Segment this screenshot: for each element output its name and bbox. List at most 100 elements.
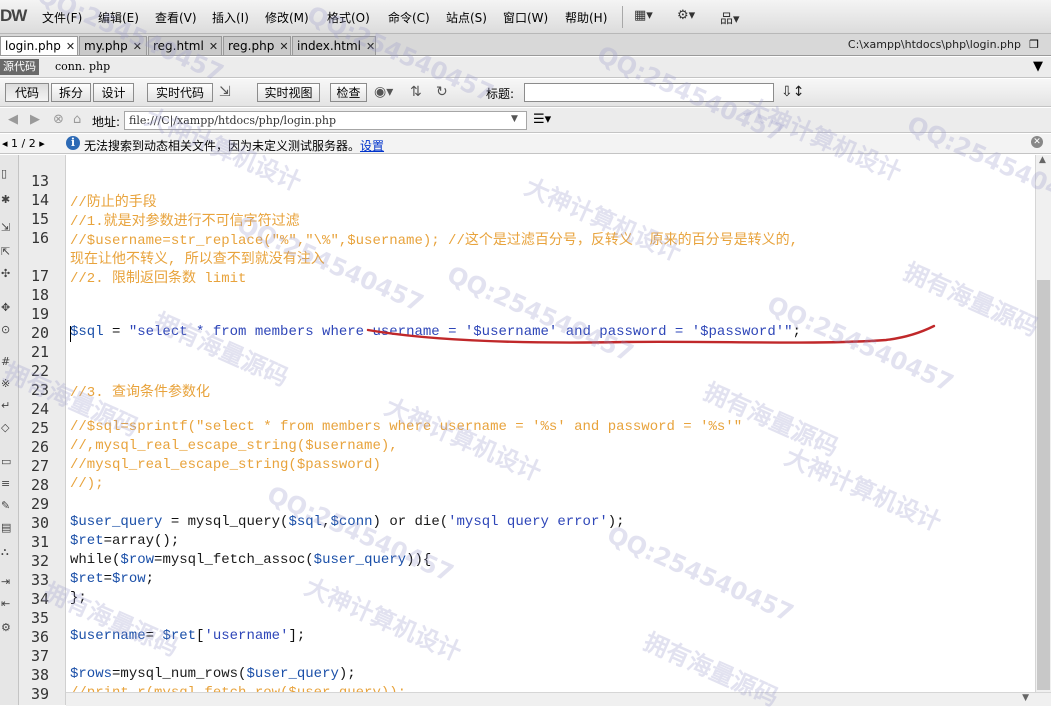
close-icon[interactable]: ✕ (133, 40, 142, 53)
inspect-button[interactable]: 检查 (330, 83, 367, 102)
address-input[interactable]: file:///C|/xampp/htdocs/php/login.php (124, 111, 527, 130)
live-code-button[interactable]: 实时代码 (147, 83, 213, 102)
indent-icon[interactable]: ⇥ (1, 575, 10, 589)
outdent-icon[interactable]: ⇤ (1, 597, 10, 611)
stop-icon[interactable]: ⊗ (53, 112, 64, 127)
line-numbers-icon[interactable]: # (1, 355, 10, 369)
syntax-error-icon[interactable]: ◇ (1, 421, 9, 435)
home-icon[interactable]: ⌂ (73, 112, 81, 127)
highlight-invalid-icon[interactable]: ※ (1, 377, 10, 391)
balance-braces-icon[interactable]: ⊙ (1, 323, 10, 337)
line-number: 38 (30, 666, 49, 684)
vertical-scrollbar[interactable]: ▲ (1035, 155, 1051, 692)
refresh-icon[interactable]: ↻ (436, 84, 448, 100)
line-number: 20 (30, 324, 49, 342)
code-line: $ret=$row; (70, 571, 154, 587)
collapse-selection-icon[interactable]: ⇱ (1, 245, 10, 259)
close-icon[interactable]: ✕ (1031, 136, 1043, 148)
browser-preview-icon[interactable]: ◉▾ (374, 84, 393, 100)
info-message: 无法搜索到动态相关文件，因为未定义测试服务器。设置 (84, 139, 385, 153)
page-indicator: ◂ 1 / 2 ▸ (2, 137, 45, 150)
line-number: 15 (30, 210, 49, 228)
open-documents-icon[interactable]: ▯ (1, 167, 7, 181)
line-number: 22 (30, 362, 49, 380)
menu-format[interactable]: 格式(O) (327, 9, 370, 27)
wrap-tag-icon[interactable]: ✎ (1, 499, 10, 513)
code-line: $rows=mysql_num_rows($user_query); (70, 666, 356, 682)
inspect-arrow-icon[interactable]: ⇲ (219, 84, 231, 100)
restore-window-icon[interactable]: ❐ (1029, 38, 1039, 51)
expand-all-icon[interactable]: ✣ (1, 267, 10, 281)
remove-comment-icon[interactable]: ≡ (1, 477, 10, 491)
collapse-icon[interactable]: ✱ (1, 193, 10, 207)
line-number: 32 (30, 552, 49, 570)
split-view-button[interactable]: 拆分 (51, 83, 91, 102)
line-number: 25 (30, 419, 49, 437)
setup-link[interactable]: 设置 (360, 139, 384, 153)
move-css-icon[interactable]: ⛬ (1, 545, 9, 559)
line-number: 23 (30, 381, 49, 399)
tab-reg-php[interactable]: reg.php ✕ (223, 36, 291, 55)
recent-snippets-icon[interactable]: ▤ (1, 521, 11, 535)
tab-index-html[interactable]: index.html ✕ (292, 36, 376, 55)
line-number: 39 (30, 685, 49, 703)
code-line: //2. 限制返回条数 limit (70, 267, 246, 287)
info-icon: i (66, 136, 80, 150)
layout-icon[interactable]: ▦▾ (634, 8, 653, 23)
back-icon[interactable]: ◀ (8, 112, 18, 127)
tab-login-php[interactable]: login.php ✕ (0, 36, 78, 55)
close-icon[interactable]: ✕ (366, 40, 375, 53)
code-token: = (145, 628, 163, 644)
word-wrap-icon[interactable]: ↵ (1, 399, 10, 413)
live-view-button[interactable]: 实时视图 (257, 83, 320, 102)
close-icon[interactable]: ✕ (66, 40, 75, 53)
scroll-thumb[interactable] (1037, 280, 1050, 690)
collapse-tag-icon[interactable]: ⇲ (1, 221, 10, 235)
menu-insert[interactable]: 插入(I) (212, 9, 249, 27)
menu-view[interactable]: 查看(V) (155, 9, 197, 27)
tab-my-php[interactable]: my.php ✕ (79, 36, 147, 55)
check-page-icon[interactable]: ⇩↕ (781, 84, 804, 100)
menu-window[interactable]: 窗口(W) (503, 9, 548, 27)
select-parent-icon[interactable]: ✥ (1, 301, 10, 315)
source-code-button[interactable]: 源代码 (0, 59, 39, 75)
apply-comment-icon[interactable]: ▭ (1, 455, 11, 469)
title-label: 标题: (486, 87, 515, 101)
format-source-icon[interactable]: ⚙ (1, 621, 11, 635)
view-options-icon[interactable]: ☰▾ (533, 112, 551, 127)
filter-icon[interactable]: ▼ (1033, 59, 1043, 74)
close-icon[interactable]: ✕ (279, 40, 288, 53)
scroll-up-icon[interactable]: ▲ (1039, 155, 1046, 165)
scroll-down-icon[interactable]: ▼ (1022, 693, 1029, 703)
close-icon[interactable]: ✕ (209, 40, 218, 53)
chevron-down-icon[interactable]: ▼ (511, 114, 518, 124)
code-line: while($row=mysql_fetch_assoc($user_query… (70, 552, 431, 568)
related-file-conn[interactable]: conn. php (55, 60, 110, 73)
tab-reg-html[interactable]: reg.html ✕ (148, 36, 222, 55)
gear-icon[interactable]: ⚙▾ (677, 8, 695, 23)
code-token: 'mysql query error' (448, 514, 608, 530)
horizontal-scrollbar[interactable]: ▼ (66, 692, 1051, 706)
menu-edit[interactable]: 编辑(E) (98, 9, 139, 27)
code-editor[interactable]: //防止的手段 //1.就是对参数进行不可信字符过滤 //$username=str… (66, 155, 1035, 692)
code-token: //1.就是对参数进行不可信字符过滤 (70, 214, 300, 230)
menu-site[interactable]: 站点(S) (446, 9, 487, 27)
code-line: //$sql=sprintf("select * from members wh… (70, 419, 742, 435)
line-number: 24 (30, 400, 49, 418)
file-management-icon[interactable]: ⇅ (410, 84, 422, 100)
code-token: //$username=str_replace("%","\%",$userna… (70, 233, 799, 249)
code-line: 现在让他不转义, 所以查不到就没有注入 (70, 248, 325, 268)
site-manage-icon[interactable]: 品▾ (720, 8, 740, 27)
menu-file[interactable]: 文件(F) (42, 9, 82, 27)
text-caret (70, 326, 71, 342)
line-number: 19 (30, 305, 49, 323)
menu-command[interactable]: 命令(C) (388, 9, 430, 27)
design-view-button[interactable]: 设计 (93, 83, 134, 102)
forward-icon[interactable]: ▶ (30, 112, 40, 127)
code-token: //,mysql_real_escape_string($username), (70, 438, 398, 454)
title-input[interactable] (524, 83, 774, 102)
menu-help[interactable]: 帮助(H) (565, 9, 607, 27)
code-view-button[interactable]: 代码 (5, 83, 49, 102)
menu-modify[interactable]: 修改(M) (265, 9, 309, 27)
line-number: 29 (30, 495, 49, 513)
